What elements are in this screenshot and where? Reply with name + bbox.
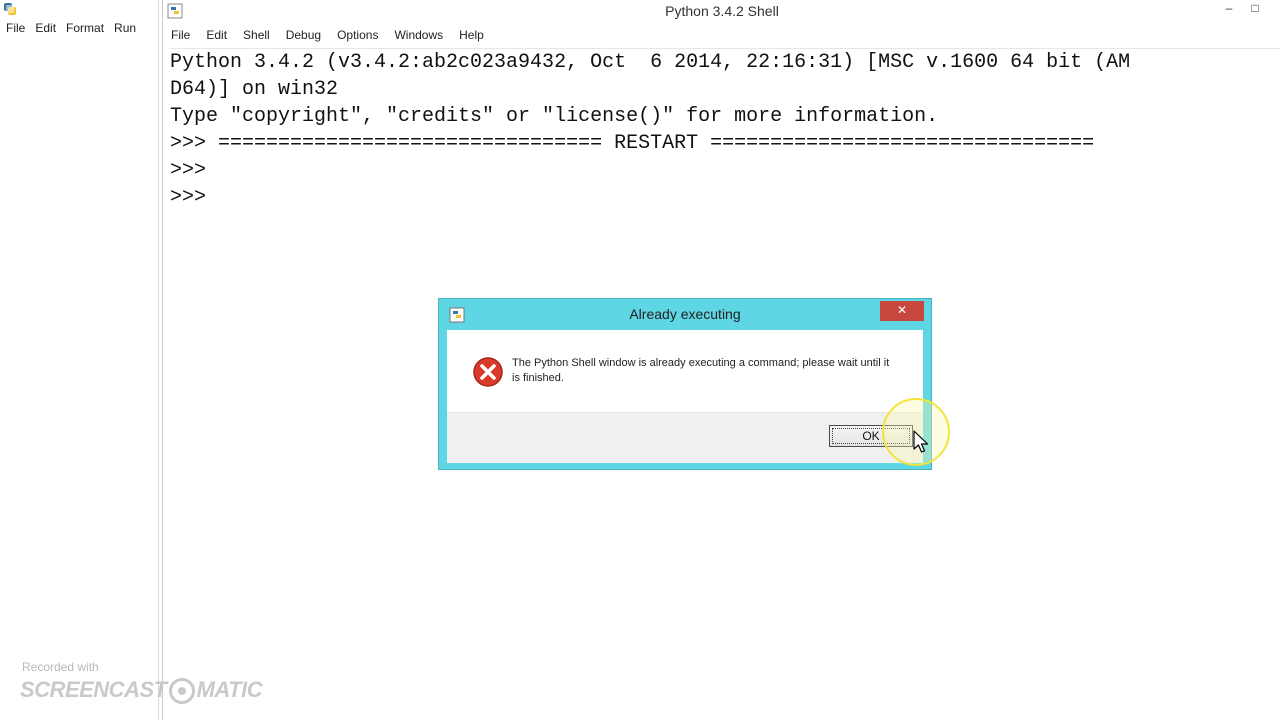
- dialog-message: The Python Shell window is already execu…: [512, 357, 890, 384]
- menu-edit[interactable]: Edit: [198, 28, 235, 42]
- dialog-body: The Python Shell window is already execu…: [447, 330, 923, 463]
- watermark-brand-right: MATIC: [196, 677, 263, 702]
- background-editor-menubar: File Edit Format Run: [0, 18, 158, 38]
- menu-debug[interactable]: Debug: [278, 28, 329, 42]
- shell-prompt-line: >>>: [170, 186, 219, 209]
- shell-menubar: File Edit Shell Debug Options Windows He…: [163, 25, 492, 45]
- shell-prompt-line: >>>: [170, 159, 219, 182]
- shell-line: D64)] on win32: [170, 78, 339, 101]
- minimize-button[interactable]: –: [1217, 0, 1241, 18]
- menu-format[interactable]: Format: [61, 21, 109, 35]
- menu-help[interactable]: Help: [451, 28, 492, 42]
- watermark-circle-icon: [168, 678, 195, 704]
- shell-line: Type "copyright", "credits" or "license(…: [170, 105, 939, 128]
- dialog-titlebar[interactable]: Already executing ✕: [439, 299, 931, 329]
- window-title: Python 3.4.2 Shell: [665, 3, 779, 19]
- menu-options[interactable]: Options: [329, 28, 386, 42]
- watermark-logo: SCREENCAST MATIC: [20, 677, 263, 704]
- menu-run[interactable]: Run: [109, 21, 141, 35]
- dialog-title: Already executing: [629, 306, 741, 322]
- background-editor-titlebar: [0, 0, 158, 18]
- menu-file[interactable]: File: [163, 28, 198, 42]
- already-executing-dialog: Already executing ✕ The Python Shell win…: [438, 298, 932, 470]
- shell-titlebar: Python 3.4.2 Shell – □: [163, 0, 1280, 24]
- shell-line: >>> ================================ RES…: [170, 132, 1095, 155]
- dialog-close-button[interactable]: ✕: [880, 301, 924, 321]
- python-idle-icon: [4, 3, 16, 15]
- menu-file[interactable]: File: [0, 21, 30, 35]
- watermark-recorded-with: Recorded with: [22, 660, 99, 674]
- menu-shell[interactable]: Shell: [235, 28, 278, 42]
- maximize-button[interactable]: □: [1243, 0, 1267, 18]
- shell-line: Python 3.4.2 (v3.4.2:ab2c023a9432, Oct 6…: [170, 51, 1131, 74]
- background-editor-window: File Edit Format Run: [0, 0, 159, 720]
- menu-windows[interactable]: Windows: [386, 28, 451, 42]
- menu-edit[interactable]: Edit: [30, 21, 61, 35]
- mouse-pointer-icon: [913, 430, 929, 453]
- dialog-footer: OK: [447, 412, 923, 463]
- watermark-brand-left: SCREENCAST: [20, 677, 167, 702]
- error-x-icon: [473, 357, 503, 387]
